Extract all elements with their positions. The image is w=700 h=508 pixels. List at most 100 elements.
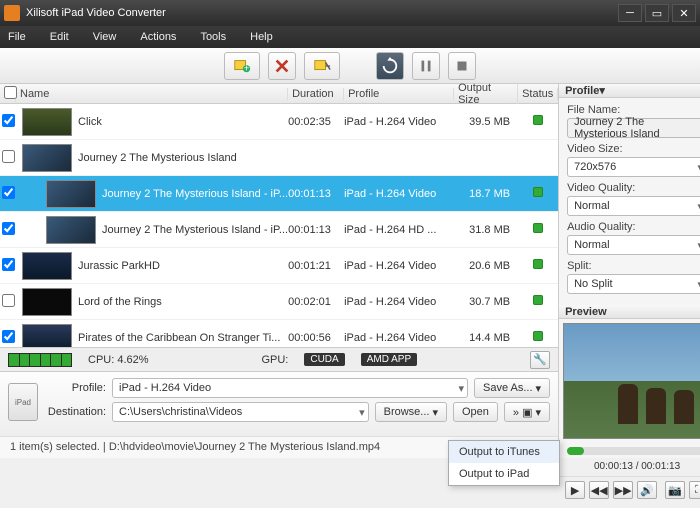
preview-header[interactable]: Preview▸ bbox=[559, 305, 700, 319]
row-thumbnail bbox=[22, 108, 72, 136]
audioquality-select[interactable]: Normal▾ bbox=[567, 235, 700, 255]
menu-bar: File Edit View Actions Tools Help bbox=[0, 26, 700, 48]
minimize-button[interactable]: ─ bbox=[618, 4, 642, 22]
row-status bbox=[518, 295, 558, 308]
output-itunes[interactable]: Output to iTunes bbox=[449, 441, 559, 463]
col-status[interactable]: Status bbox=[518, 88, 558, 100]
split-select[interactable]: No Split▾ bbox=[567, 274, 700, 294]
table-row[interactable]: Journey 2 The Mysterious Island - iP... … bbox=[0, 176, 558, 212]
row-name: Jurassic ParkHD bbox=[78, 260, 288, 272]
row-thumbnail bbox=[22, 252, 72, 280]
row-status bbox=[518, 187, 558, 200]
audioquality-label: Audio Quality: bbox=[567, 221, 700, 233]
row-checkbox[interactable] bbox=[0, 222, 16, 238]
profile-panel-header[interactable]: Profile▾▸ bbox=[559, 84, 700, 98]
menu-file[interactable]: File bbox=[8, 31, 26, 43]
toolbar: + bbox=[0, 48, 700, 84]
row-name: Lord of the Rings bbox=[78, 296, 288, 308]
mute-button[interactable]: 🔊 bbox=[637, 481, 657, 499]
col-profile[interactable]: Profile bbox=[344, 88, 454, 100]
convert-button[interactable] bbox=[376, 52, 404, 80]
row-thumbnail bbox=[22, 324, 72, 348]
row-size: 20.6 MB bbox=[454, 260, 518, 272]
table-row[interactable]: Click 00:02:35 iPad - H.264 Video 39.5 M… bbox=[0, 104, 558, 140]
save-as-button[interactable]: Save As...▾ bbox=[474, 378, 550, 398]
title-bar: Xilisoft iPad Video Converter ─ ▭ ✕ bbox=[0, 0, 700, 26]
output-ipad[interactable]: Output to iPad bbox=[449, 463, 559, 485]
open-button[interactable]: Open bbox=[453, 402, 498, 422]
menu-tools[interactable]: Tools bbox=[200, 31, 226, 43]
table-row[interactable]: Pirates of the Caribbean On Stranger Ti.… bbox=[0, 320, 558, 347]
videoquality-select[interactable]: Normal▾ bbox=[567, 196, 700, 216]
output-button[interactable]: » ▣ ▾ bbox=[504, 402, 550, 422]
cpu-label: CPU: 4.62% bbox=[88, 354, 149, 366]
row-duration: 00:00:56 bbox=[288, 332, 344, 344]
col-name[interactable]: Name bbox=[16, 88, 288, 100]
table-row[interactable]: Journey 2 The Mysterious Island - iP... … bbox=[0, 212, 558, 248]
app-logo bbox=[4, 5, 20, 21]
filename-field[interactable]: Journey 2 The Mysterious Island bbox=[567, 118, 700, 138]
cuda-badge[interactable]: CUDA bbox=[304, 353, 344, 366]
row-status bbox=[518, 259, 558, 272]
row-profile: iPad - H.264 Video bbox=[344, 188, 454, 200]
row-status bbox=[518, 223, 558, 236]
row-thumbnail bbox=[22, 288, 72, 316]
row-status bbox=[518, 331, 558, 344]
preview-time: 00:00:13 / 00:01:13 bbox=[559, 461, 700, 472]
snapshot-button[interactable]: 📷 bbox=[665, 481, 685, 499]
col-output-size[interactable]: Output Size bbox=[454, 82, 518, 106]
close-button[interactable]: ✕ bbox=[672, 4, 696, 22]
preview-video[interactable] bbox=[563, 323, 700, 439]
col-checkbox[interactable] bbox=[0, 86, 16, 102]
row-checkbox[interactable] bbox=[0, 114, 16, 130]
maximize-button[interactable]: ▭ bbox=[645, 4, 669, 22]
table-row[interactable]: Journey 2 The Mysterious Island bbox=[0, 140, 558, 176]
browse-button[interactable]: Browse...▾ bbox=[375, 402, 447, 422]
settings-button[interactable]: 🔧 bbox=[530, 351, 550, 369]
row-name: Journey 2 The Mysterious Island - iP... bbox=[102, 188, 288, 200]
row-thumbnail bbox=[46, 216, 96, 244]
row-checkbox[interactable] bbox=[0, 186, 16, 202]
preview-seekbar[interactable] bbox=[567, 447, 700, 455]
row-name: Click bbox=[78, 116, 288, 128]
fullscreen-button[interactable]: ⛶ bbox=[689, 481, 700, 499]
videosize-label: Video Size: bbox=[567, 143, 700, 155]
row-checkbox[interactable] bbox=[0, 330, 16, 346]
amd-badge[interactable]: AMD APP bbox=[361, 353, 417, 366]
pause-button[interactable] bbox=[412, 52, 440, 80]
table-row[interactable]: Jurassic ParkHD 00:01:21 iPad - H.264 Vi… bbox=[0, 248, 558, 284]
menu-edit[interactable]: Edit bbox=[50, 31, 69, 43]
row-checkbox[interactable] bbox=[0, 258, 16, 274]
menu-view[interactable]: View bbox=[93, 31, 117, 43]
profile-select[interactable]: iPad - H.264 Video▾ bbox=[112, 378, 468, 398]
table-row[interactable]: Lord of the Rings 00:02:01 iPad - H.264 … bbox=[0, 284, 558, 320]
menu-help[interactable]: Help bbox=[250, 31, 273, 43]
row-name: Pirates of the Caribbean On Stranger Ti.… bbox=[78, 332, 288, 344]
menu-actions[interactable]: Actions bbox=[140, 31, 176, 43]
row-profile: iPad - H.264 Video bbox=[344, 332, 454, 344]
prev-button[interactable]: ◀◀ bbox=[589, 481, 609, 499]
play-button[interactable]: ▶ bbox=[565, 481, 585, 499]
row-duration: 00:01:13 bbox=[288, 224, 344, 236]
filename-label: File Name: bbox=[567, 104, 700, 116]
row-size: 14.4 MB bbox=[454, 332, 518, 344]
remove-button[interactable] bbox=[268, 52, 296, 80]
row-checkbox[interactable] bbox=[0, 294, 16, 310]
row-checkbox[interactable] bbox=[0, 150, 16, 166]
videosize-select[interactable]: 720x576▾ bbox=[567, 157, 700, 177]
stop-button[interactable] bbox=[448, 52, 476, 80]
row-size: 30.7 MB bbox=[454, 296, 518, 308]
add-profile-button[interactable] bbox=[304, 52, 340, 80]
destination-field[interactable]: C:\Users\christina\Videos▾ bbox=[112, 402, 369, 422]
row-name: Journey 2 The Mysterious Island bbox=[78, 152, 288, 164]
cpu-meter bbox=[8, 353, 72, 367]
col-duration[interactable]: Duration bbox=[288, 88, 344, 100]
row-thumbnail bbox=[22, 144, 72, 172]
add-file-button[interactable]: + bbox=[224, 52, 260, 80]
row-duration: 00:01:13 bbox=[288, 188, 344, 200]
next-button[interactable]: ▶▶ bbox=[613, 481, 633, 499]
row-status bbox=[518, 115, 558, 128]
row-profile: iPad - H.264 Video bbox=[344, 296, 454, 308]
row-profile: iPad - H.264 Video bbox=[344, 260, 454, 272]
window-title: Xilisoft iPad Video Converter bbox=[26, 7, 615, 19]
